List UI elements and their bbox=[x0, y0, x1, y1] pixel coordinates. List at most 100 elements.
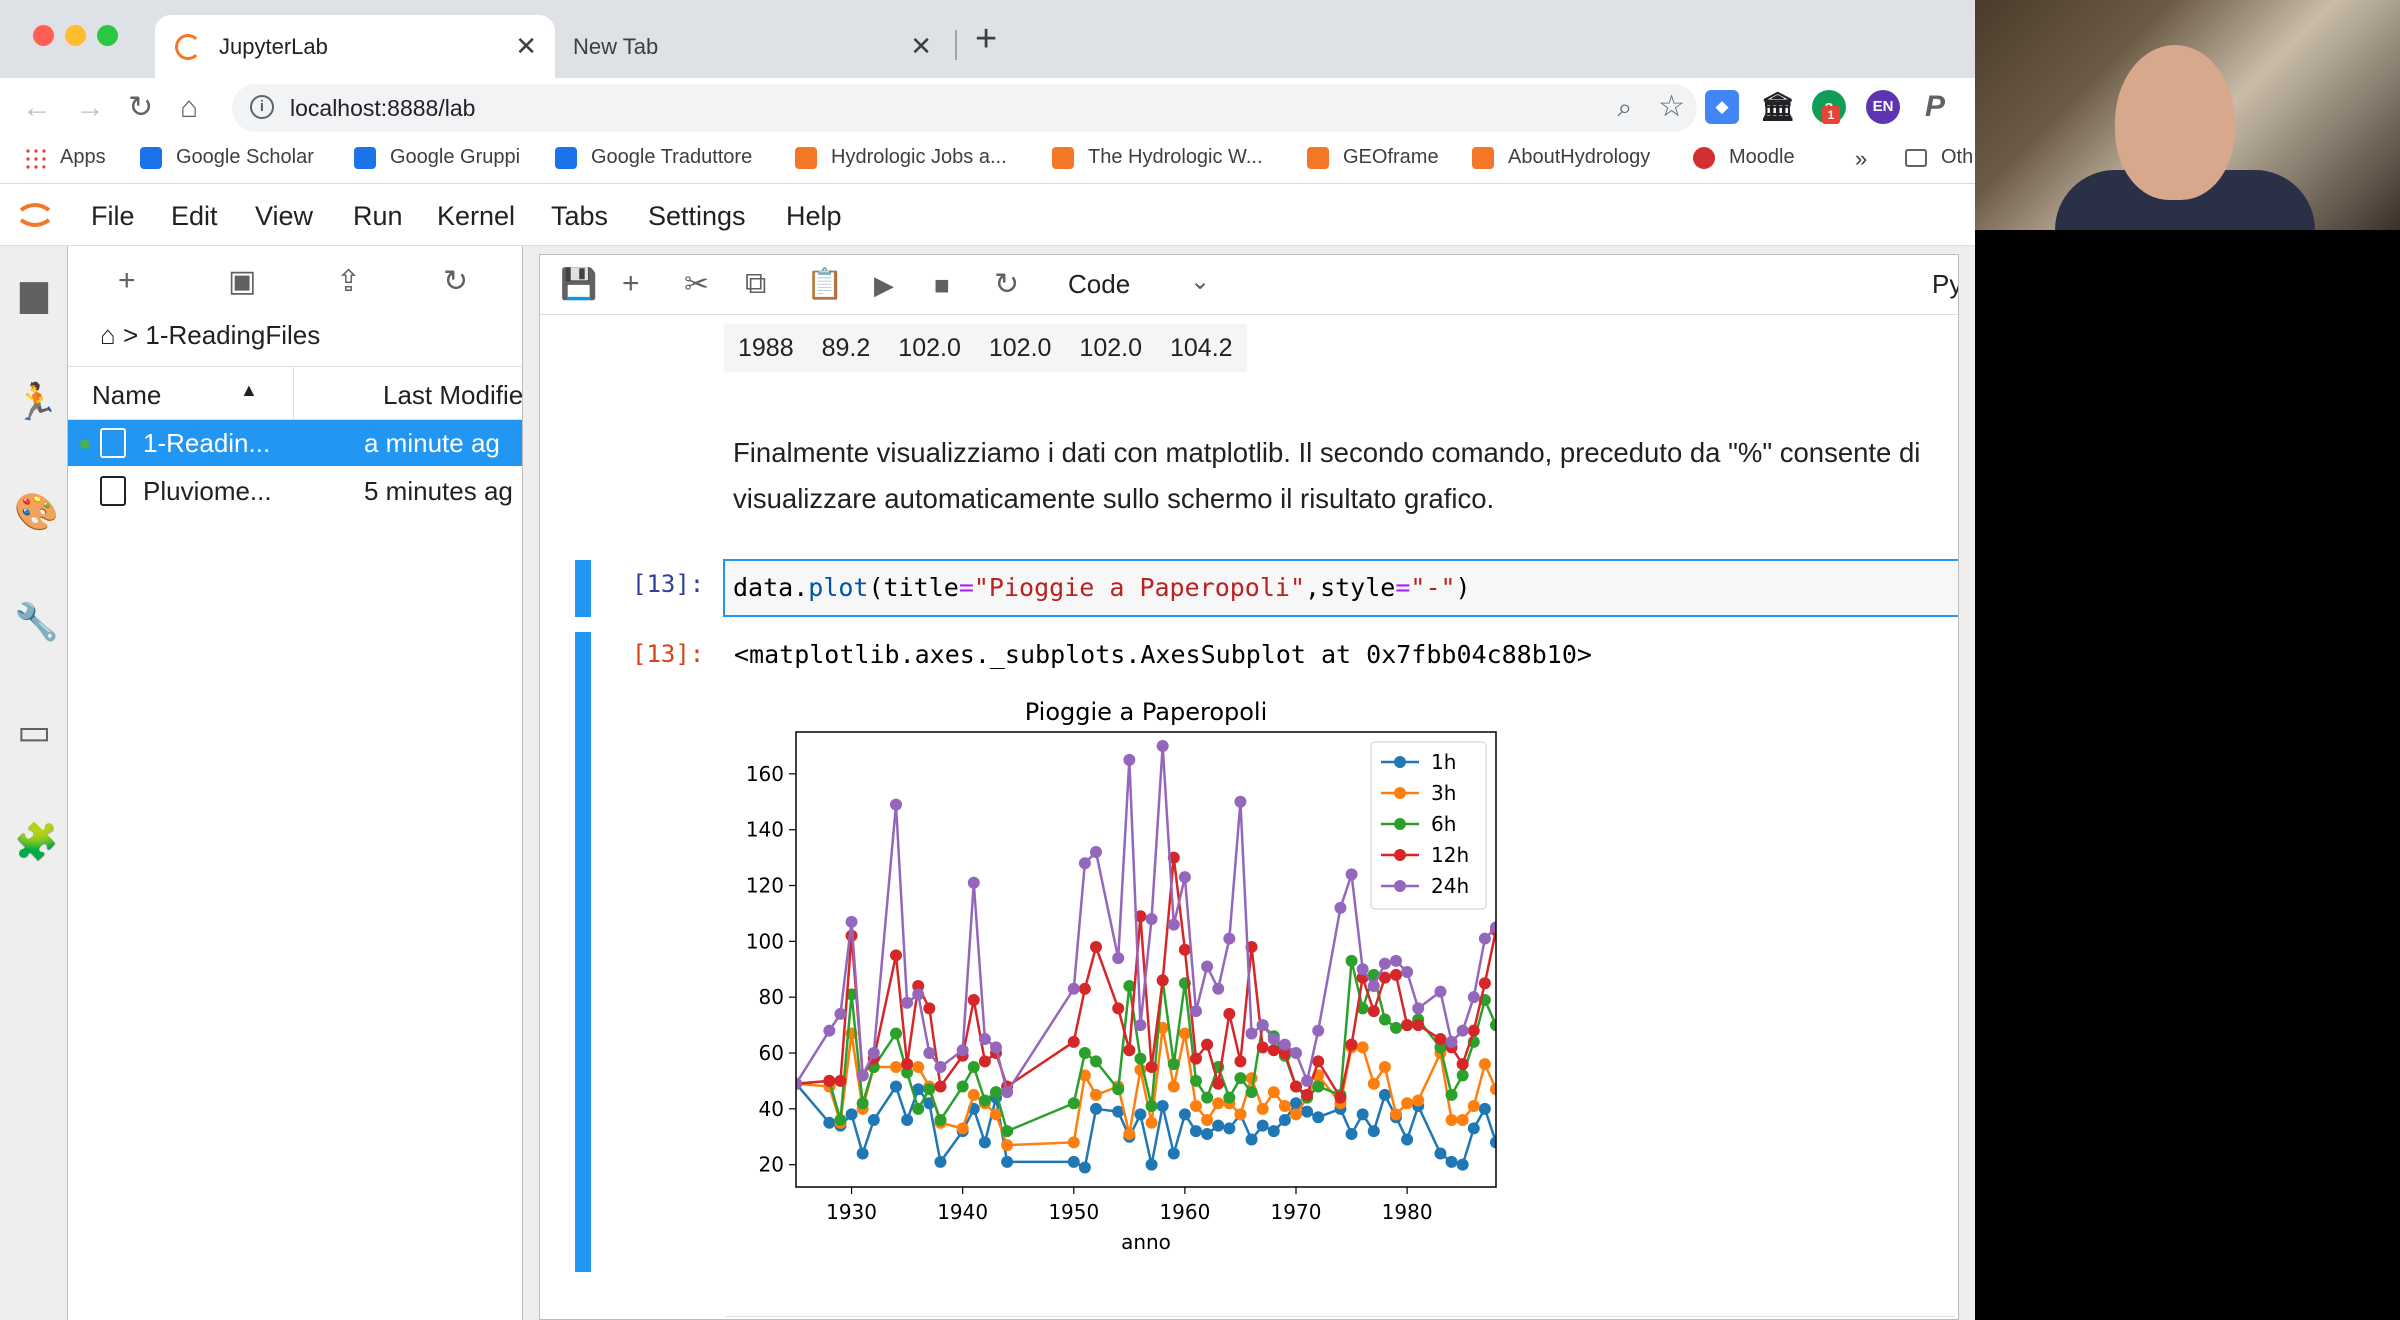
zoom-icon[interactable]: ⌕ bbox=[1617, 92, 1632, 124]
data-point-12h bbox=[1090, 940, 1102, 953]
close-tab-icon[interactable]: ✕ bbox=[910, 33, 932, 59]
column-name[interactable]: Name bbox=[92, 380, 161, 411]
file-row[interactable]: 1-Readin... a minute ag bbox=[68, 420, 522, 466]
folder-icon[interactable]: ▆ bbox=[14, 272, 54, 314]
stop-icon[interactable]: ■ bbox=[934, 270, 950, 301]
window-close-button[interactable] bbox=[33, 25, 54, 46]
data-point-24h bbox=[1167, 918, 1180, 931]
data-point-1h bbox=[1145, 1158, 1158, 1171]
bookmarks-overflow-icon[interactable]: » bbox=[1855, 146, 1867, 172]
input-collapser[interactable] bbox=[575, 560, 591, 617]
data-point-1h bbox=[1278, 1114, 1291, 1127]
extension-puzzle-icon[interactable]: 🧩 bbox=[14, 821, 59, 863]
new-tab-plus-icon[interactable]: + bbox=[975, 18, 997, 61]
data-point-12h bbox=[1345, 1038, 1358, 1051]
browser-tab-jupyterlab[interactable]: JupyterLab ✕ bbox=[155, 15, 555, 78]
kernel-name[interactable]: Python 3 bbox=[1932, 269, 1958, 300]
menu-file[interactable]: File bbox=[91, 201, 135, 232]
browser-tab-new-tab[interactable]: New Tab ✕ bbox=[560, 15, 950, 78]
breadcrumb-folder[interactable]: 1-ReadingFiles bbox=[145, 320, 320, 350]
paste-icon[interactable]: 📋 bbox=[806, 267, 843, 302]
forward-arrow-icon[interactable]: → bbox=[75, 88, 105, 128]
bookmark-hydrologic-jobs[interactable]: Hydrologic Jobs a... bbox=[795, 146, 1007, 169]
next-cell-edge bbox=[725, 1316, 1955, 1319]
bookmark-abouthydrology[interactable]: AboutHydrology bbox=[1472, 146, 1650, 169]
home-icon[interactable]: ⌂ bbox=[100, 320, 116, 350]
chevron-down-icon[interactable]: ⌄ bbox=[1190, 267, 1210, 296]
window-minimize-button[interactable] bbox=[65, 25, 86, 46]
data-point-24h bbox=[1278, 1038, 1291, 1051]
back-arrow-icon[interactable]: ← bbox=[22, 88, 52, 128]
jupyter-favicon-icon bbox=[175, 33, 201, 60]
bookmark-google-gruppi[interactable]: Google Gruppi bbox=[354, 146, 520, 169]
menu-edit[interactable]: Edit bbox=[171, 201, 218, 232]
x-tick-label: 1960 bbox=[1159, 1200, 1210, 1224]
output-collapser[interactable] bbox=[575, 632, 591, 1272]
menu-view[interactable]: View bbox=[255, 201, 313, 232]
menu-help[interactable]: Help bbox=[786, 201, 842, 232]
file-row[interactable]: Pluviome... 5 minutes ag bbox=[68, 468, 522, 514]
menu-run[interactable]: Run bbox=[353, 201, 403, 232]
extension-hat-icon[interactable]: ◆ bbox=[1705, 90, 1739, 124]
run-icon[interactable]: ▶ bbox=[874, 270, 894, 301]
bookmark-other[interactable]: Oth bbox=[1905, 146, 1973, 169]
df-cell: 102.0 bbox=[1079, 334, 1142, 362]
refresh-icon[interactable]: ↻ bbox=[443, 264, 468, 299]
copy-icon[interactable]: ⧉ bbox=[745, 267, 766, 301]
data-point-24h bbox=[1312, 1024, 1325, 1037]
address-bar[interactable]: i localhost:8888/lab ⌕ ☆ bbox=[232, 84, 1697, 132]
site-info-icon[interactable]: i bbox=[250, 95, 274, 119]
markdown-cell[interactable]: Finalmente visualizziamo i dati con matp… bbox=[733, 430, 1958, 522]
webcam-overlay bbox=[1975, 0, 2400, 230]
data-point-6h bbox=[1190, 1074, 1202, 1087]
close-tab-icon[interactable]: ✕ bbox=[515, 33, 537, 59]
restart-icon[interactable]: ↻ bbox=[994, 267, 1019, 302]
palette-icon[interactable]: 🎨 bbox=[14, 491, 59, 533]
bookmark-moodle[interactable]: Moodle bbox=[1693, 146, 1795, 169]
extension-p-icon[interactable]: P bbox=[1918, 90, 1952, 124]
upload-icon[interactable]: ⇪ bbox=[336, 264, 361, 299]
bookmark-geoframe[interactable]: GEOframe bbox=[1307, 146, 1439, 169]
tabs-icon[interactable]: ▭ bbox=[14, 711, 54, 753]
x-tick-label: 1980 bbox=[1382, 1200, 1433, 1224]
bookmark-google-traduttore[interactable]: Google Traduttore bbox=[555, 146, 752, 169]
data-point-3h bbox=[1145, 1116, 1158, 1129]
data-point-6h bbox=[1390, 1021, 1402, 1034]
data-point-1h bbox=[1345, 1127, 1358, 1140]
home-icon[interactable]: ⌂ bbox=[180, 88, 198, 128]
window-zoom-button[interactable] bbox=[97, 25, 118, 46]
data-point-6h bbox=[978, 1094, 991, 1107]
cut-icon[interactable]: ✂ bbox=[684, 267, 709, 302]
running-icon[interactable]: 🏃 bbox=[14, 381, 59, 423]
sort-ascending-icon[interactable]: ▲ bbox=[240, 380, 258, 401]
data-point-12h bbox=[1434, 1033, 1447, 1046]
reload-icon[interactable]: ↻ bbox=[128, 88, 153, 128]
data-point-3h bbox=[1090, 1088, 1102, 1101]
new-folder-icon[interactable]: ▣ bbox=[228, 264, 256, 299]
data-point-12h bbox=[1156, 974, 1169, 987]
bookmark-hydrologic-w[interactable]: The Hydrologic W... bbox=[1052, 146, 1263, 169]
new-launcher-icon[interactable]: + bbox=[118, 264, 136, 298]
bookmark-star-icon[interactable]: ☆ bbox=[1658, 89, 1685, 124]
data-point-1h bbox=[890, 1080, 902, 1093]
insert-cell-icon[interactable]: + bbox=[622, 267, 640, 301]
column-divider[interactable] bbox=[293, 367, 294, 421]
chart-title: Pioggie a Paperopoli bbox=[1025, 698, 1268, 726]
extension-lang-icon[interactable]: EN bbox=[1866, 90, 1900, 124]
extension-bank-icon[interactable]: 🏛 bbox=[1760, 90, 1796, 124]
wrench-icon[interactable]: 🔧 bbox=[14, 601, 59, 643]
data-point-12h bbox=[1412, 1019, 1425, 1032]
bookmark-apps[interactable]: Apps bbox=[24, 146, 106, 169]
menu-settings[interactable]: Settings bbox=[648, 201, 746, 232]
blogger-icon bbox=[795, 146, 817, 169]
data-point-6h bbox=[1445, 1088, 1458, 1101]
column-last-modified[interactable]: Last Modifie bbox=[383, 380, 522, 411]
code-editor[interactable]: data.plot(title="Pioggie a Paperopoli",s… bbox=[723, 559, 1958, 617]
url-text[interactable]: localhost:8888/lab bbox=[290, 95, 475, 122]
cell-type-select[interactable]: Code bbox=[1068, 269, 1130, 300]
code-line[interactable]: data.plot(title="Pioggie a Paperopoli",s… bbox=[733, 573, 1471, 602]
menu-tabs[interactable]: Tabs bbox=[551, 201, 608, 232]
bookmark-google-scholar[interactable]: Google Scholar bbox=[140, 146, 314, 169]
menu-kernel[interactable]: Kernel bbox=[437, 201, 515, 232]
save-icon[interactable]: 💾 bbox=[560, 267, 597, 302]
